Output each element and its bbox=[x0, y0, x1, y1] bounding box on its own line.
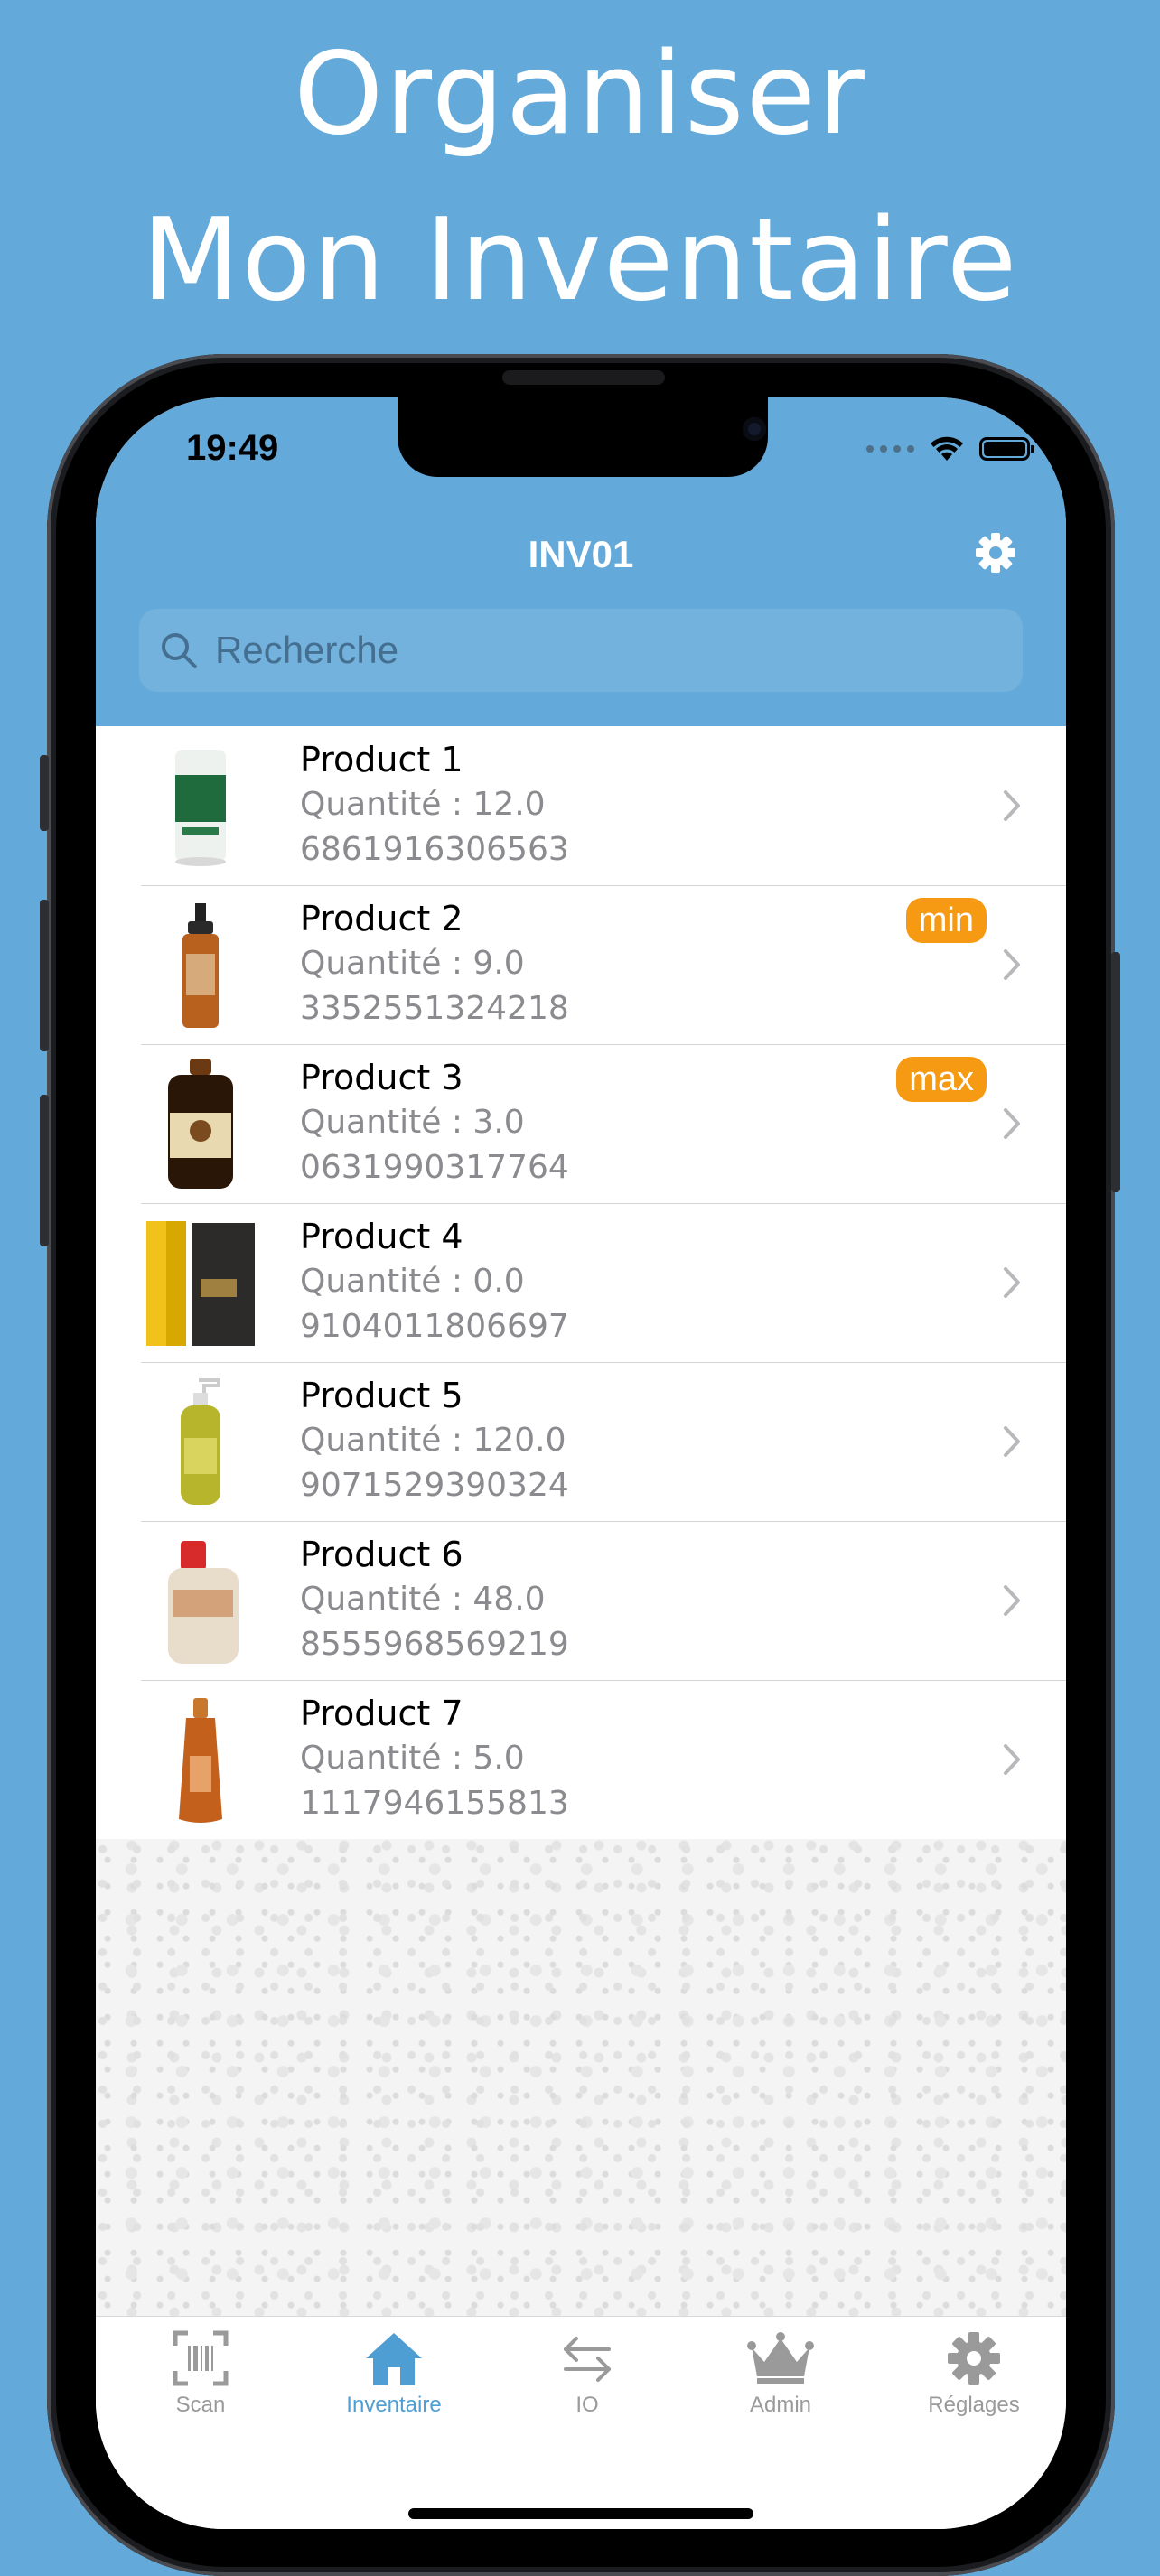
chevron-right-icon bbox=[1004, 1426, 1020, 1457]
page-title: INV01 bbox=[528, 533, 634, 575]
speaker-grille bbox=[502, 370, 665, 385]
tab-reglages[interactable]: Réglages bbox=[884, 2329, 1064, 2418]
product-quantity: Quantité : 48.0 bbox=[300, 1581, 546, 1618]
list-item[interactable]: Product 5 Quantité : 120.0 9071529390324 bbox=[96, 1362, 1066, 1521]
status-time: 19:49 bbox=[186, 428, 279, 468]
product-quantity: Quantité : 9.0 bbox=[300, 945, 525, 982]
product-name: Product 2 bbox=[300, 899, 463, 938]
tab-admin[interactable]: Admin bbox=[690, 2329, 871, 2418]
product-name: Product 5 bbox=[300, 1376, 463, 1415]
tab-io[interactable]: IO bbox=[497, 2329, 678, 2418]
product-quantity: Quantité : 3.0 bbox=[300, 1104, 525, 1141]
home-icon bbox=[366, 2333, 422, 2385]
camera-notch bbox=[398, 397, 768, 477]
tab-inventaire[interactable]: Inventaire bbox=[304, 2329, 484, 2418]
search-bar[interactable] bbox=[139, 609, 1023, 692]
list-item[interactable]: Product 1 Quantité : 12.0 6861916306563 bbox=[96, 726, 1066, 885]
product-name: Product 3 bbox=[300, 1058, 463, 1097]
home-indicator[interactable] bbox=[408, 2508, 753, 2519]
promo-headline: Organiser Mon Inventaire bbox=[0, 11, 1160, 343]
chevron-right-icon bbox=[1004, 1108, 1020, 1139]
battery-icon bbox=[979, 437, 1034, 461]
product-image bbox=[181, 1378, 220, 1505]
headline-line-1: Organiser bbox=[294, 27, 866, 160]
chevron-right-icon bbox=[1004, 1585, 1020, 1616]
chevron-right-icon bbox=[1004, 949, 1020, 980]
tab-scan[interactable]: Scan bbox=[110, 2329, 291, 2418]
product-name: Product 6 bbox=[300, 1535, 463, 1574]
chevron-right-icon bbox=[1004, 790, 1020, 821]
mute-switch bbox=[40, 755, 49, 831]
list-item[interactable]: Product 4 Quantité : 0.0 9104011806697 bbox=[96, 1203, 1066, 1362]
product-barcode: 0631990317764 bbox=[300, 1149, 569, 1186]
product-name: Product 1 bbox=[300, 740, 463, 779]
tab-bar: Scan Inventaire IO Admin Réglages bbox=[96, 2316, 1066, 2529]
product-name: Product 4 bbox=[300, 1217, 463, 1256]
status-icons bbox=[866, 435, 1034, 462]
volume-up-button bbox=[40, 900, 49, 1051]
volume-down-button bbox=[40, 1095, 49, 1246]
signal-dots-icon bbox=[866, 445, 914, 453]
product-quantity: Quantité : 12.0 bbox=[300, 786, 546, 823]
headline-line-2: Mon Inventaire bbox=[141, 193, 1019, 326]
product-image bbox=[168, 1541, 239, 1664]
product-barcode: 1117946155813 bbox=[300, 1785, 569, 1822]
product-barcode: 3352551324218 bbox=[300, 990, 569, 1027]
product-name: Product 7 bbox=[300, 1694, 463, 1733]
product-quantity: Quantité : 5.0 bbox=[300, 1740, 525, 1777]
product-list: Product 1 Quantité : 12.0 6861916306563 … bbox=[96, 726, 1066, 1839]
list-item[interactable]: Product 6 Quantité : 48.0 8555968569219 bbox=[96, 1521, 1066, 1680]
tab-label: Scan bbox=[175, 2393, 226, 2417]
min-badge: min bbox=[905, 898, 987, 943]
search-icon bbox=[162, 633, 197, 668]
list-item[interactable]: Product 7 Quantité : 5.0 1117946155813 bbox=[96, 1680, 1066, 1839]
list-item[interactable]: Product 3 Quantité : 3.0 0631990317764 m… bbox=[96, 1044, 1066, 1203]
tab-label: IO bbox=[575, 2393, 599, 2417]
product-barcode: 8555968569219 bbox=[300, 1626, 569, 1663]
power-button bbox=[1111, 952, 1120, 1192]
arrows-exchange-icon bbox=[564, 2337, 611, 2382]
chevron-right-icon bbox=[1004, 1744, 1020, 1775]
tab-label: Réglages bbox=[928, 2393, 1020, 2417]
product-image bbox=[175, 750, 226, 866]
gear-icon[interactable] bbox=[972, 529, 1019, 576]
phone-screen: 19:49 INV01 Recherche Product 1 Quantité… bbox=[96, 397, 1066, 2529]
crown-icon bbox=[747, 2332, 814, 2384]
product-image bbox=[146, 1221, 255, 1346]
product-barcode: 9071529390324 bbox=[300, 1467, 569, 1504]
product-barcode: 6861916306563 bbox=[300, 831, 569, 868]
list-item[interactable]: Product 2 Quantité : 9.0 3352551324218 m… bbox=[96, 885, 1066, 1044]
tab-label: Admin bbox=[749, 2393, 812, 2417]
gear-icon bbox=[948, 2332, 1000, 2385]
wifi-icon bbox=[931, 436, 963, 461]
front-camera-icon bbox=[743, 417, 766, 441]
max-badge: max bbox=[896, 1057, 987, 1102]
product-quantity: Quantité : 0.0 bbox=[300, 1263, 525, 1300]
chevron-right-icon bbox=[1004, 1267, 1020, 1298]
product-image bbox=[179, 1698, 222, 1823]
empty-background-pattern bbox=[96, 1839, 1066, 2316]
product-image bbox=[182, 903, 219, 1028]
barcode-scan-icon bbox=[173, 2330, 229, 2386]
product-barcode: 9104011806697 bbox=[300, 1308, 569, 1345]
product-image bbox=[168, 1059, 233, 1189]
tab-label: Inventaire bbox=[346, 2393, 442, 2417]
search-input[interactable] bbox=[213, 628, 994, 673]
product-quantity: Quantité : 120.0 bbox=[300, 1422, 566, 1459]
